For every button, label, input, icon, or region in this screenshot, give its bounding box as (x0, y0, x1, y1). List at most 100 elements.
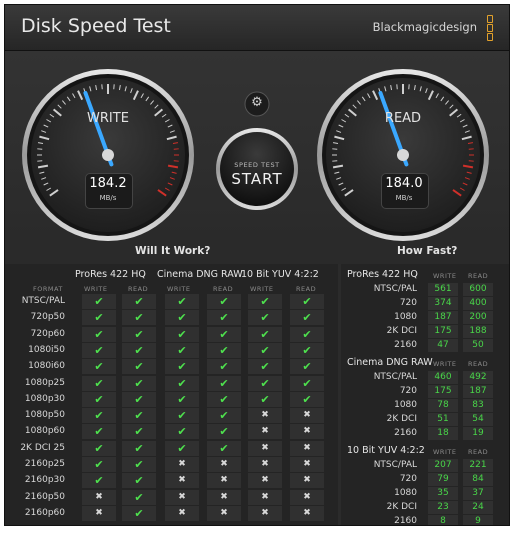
format-row-label: 1080p60 (24, 426, 65, 437)
check-icon: ✔ (260, 343, 270, 357)
read-speed-cell: 9 (463, 515, 493, 525)
cross-icon: ✖ (261, 491, 269, 502)
check-icon: ✔ (302, 295, 312, 308)
speed-row-label: 1080 (394, 488, 417, 498)
check-icon: ✔ (260, 360, 270, 374)
start-button[interactable] (216, 128, 298, 210)
group-header: 10 Bit YUV 4:2:2 (347, 445, 425, 456)
check-icon: ✔ (134, 327, 144, 341)
cross-icon: ✖ (178, 491, 186, 502)
speed-row-label: 2160 (394, 340, 417, 350)
write-speed-cell: 51 (428, 413, 458, 426)
format-row-label: 720p50 (30, 312, 65, 323)
section-header: Will It Work? How Fast? (5, 242, 509, 264)
write-speed-cell: 460 (428, 371, 458, 384)
column-header: 10 Bit YUV 4:2:2 (241, 269, 319, 280)
column-read-label: READ (128, 285, 149, 293)
write-gauge-label: WRITE (87, 111, 129, 126)
read-speed-cell: 83 (463, 399, 493, 412)
read-speed-cell: 24 (463, 501, 493, 514)
check-icon: ✔ (260, 311, 270, 325)
speed-row-label: 2K DCI (386, 414, 417, 424)
write-speed-cell: 78 (428, 399, 458, 412)
cross-icon: ✖ (178, 475, 186, 486)
check-icon: ✔ (134, 392, 144, 406)
cross-icon: ✖ (220, 507, 228, 518)
read-speed-cell: 221 (463, 459, 493, 472)
speed-row-label: 2K DCI (386, 326, 417, 336)
check-icon: ✔ (94, 376, 104, 390)
check-icon: ✔ (219, 343, 229, 357)
cross-icon: ✖ (303, 442, 311, 453)
format-label: FORMAT (33, 285, 63, 293)
gear-icon[interactable]: ⚙ (248, 94, 266, 112)
column-read-label: READ (213, 285, 234, 293)
write-speed-cell: 187 (428, 311, 458, 324)
check-icon: ✔ (134, 360, 144, 374)
format-row-label: 1080i60 (28, 361, 65, 372)
check-icon: ✔ (177, 343, 187, 357)
speed-row-label: 720 (399, 474, 417, 484)
brand-logo-icon (487, 15, 499, 43)
check-icon: ✔ (219, 425, 229, 439)
check-icon: ✔ (94, 327, 104, 341)
check-icon: ✔ (260, 392, 270, 406)
read-speed-cell: 54 (463, 413, 493, 426)
read-speed-cell: 400 (463, 297, 493, 310)
will-it-work-title: Will It Work? (135, 245, 211, 257)
check-icon: ✔ (134, 490, 144, 504)
write-col-label: WRITE (433, 448, 457, 456)
speed-row-label: NTSC/PAL (373, 460, 417, 470)
write-speed-cell: 18 (428, 427, 458, 440)
format-row-label: 2160p50 (24, 491, 65, 502)
check-icon: ✔ (219, 360, 229, 374)
cross-icon: ✖ (261, 507, 269, 518)
check-icon: ✔ (219, 392, 229, 406)
gauges-panel: ⚙ SPEED TEST START WRITE 184.2 MB/s READ… (5, 51, 509, 242)
check-icon: ✔ (177, 295, 187, 308)
speed-row-label: 2K DCI (386, 502, 417, 512)
start-button-label[interactable]: START (217, 170, 297, 188)
check-icon: ✔ (94, 425, 104, 439)
check-icon: ✔ (94, 343, 104, 357)
check-icon: ✔ (302, 343, 312, 357)
cross-icon: ✖ (220, 475, 228, 486)
brand-name: Blackmagicdesign (372, 20, 477, 34)
column-header: Cinema DNG RAW (157, 269, 243, 280)
read-speed-value: 184.0 (385, 176, 423, 191)
check-icon: ✔ (134, 295, 144, 308)
format-row-label: 2160p30 (24, 475, 65, 486)
start-button-caption: SPEED TEST (234, 161, 280, 169)
check-icon: ✔ (134, 376, 144, 390)
cross-icon: ✖ (261, 475, 269, 486)
column-write-label: WRITE (167, 285, 191, 293)
read-speed-cell: 19 (463, 427, 493, 440)
check-icon: ✔ (94, 311, 104, 325)
check-icon: ✔ (219, 441, 229, 455)
read-gauge-label: READ (384, 111, 422, 126)
write-speed-cell: 47 (428, 339, 458, 352)
check-icon: ✔ (177, 425, 187, 439)
how-fast-table: ProRes 422 HQ WRITE READ NTSC/PAL 561 600 720 3… (341, 264, 509, 525)
write-speed-cell: 561 (428, 283, 458, 296)
check-icon: ✔ (219, 295, 229, 308)
write-col-label: WRITE (433, 272, 457, 280)
check-icon: ✔ (134, 458, 144, 471)
check-icon: ✔ (94, 360, 104, 374)
cross-icon: ✖ (95, 507, 103, 518)
format-row-label: 2160p60 (24, 507, 65, 518)
write-speed-cell: 79 (428, 473, 458, 486)
check-icon: ✔ (219, 376, 229, 390)
cross-icon: ✖ (220, 459, 228, 469)
check-icon: ✔ (177, 311, 187, 325)
speed-row-label: 1080 (394, 312, 417, 322)
write-speed-cell: 374 (428, 297, 458, 310)
read-gauge (317, 69, 489, 241)
check-icon: ✔ (219, 409, 229, 423)
check-icon: ✔ (302, 311, 312, 325)
check-icon: ✔ (177, 360, 187, 374)
how-fast-title: How Fast? (397, 245, 458, 257)
check-icon: ✔ (177, 376, 187, 390)
gauge-hub (397, 149, 409, 161)
cross-icon: ✖ (178, 459, 186, 469)
